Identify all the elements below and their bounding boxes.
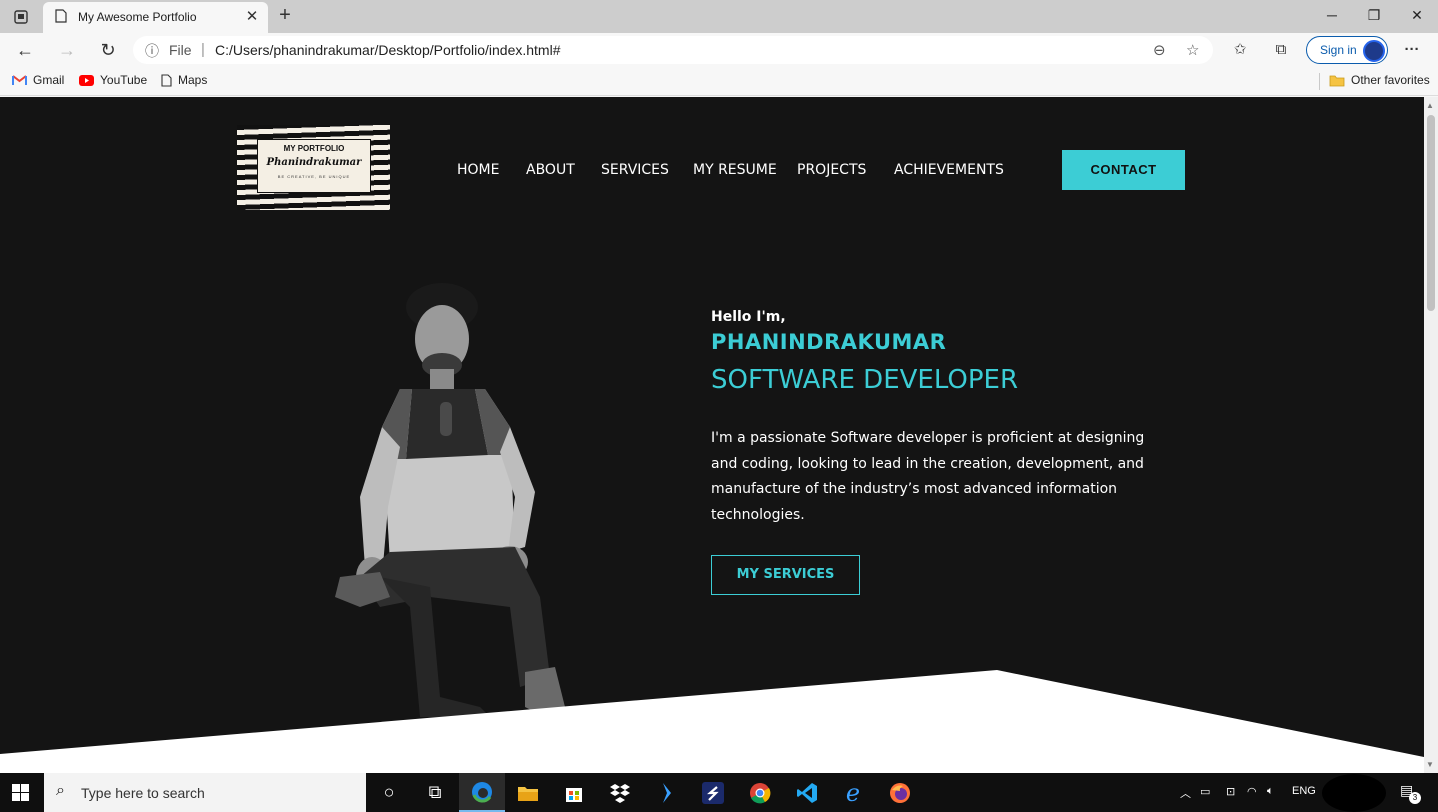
store-icon[interactable]: [551, 773, 597, 812]
battery-icon[interactable]: ▭: [1200, 785, 1210, 798]
bookmarks-bar: Gmail YouTube Maps Other favorites: [0, 66, 1438, 96]
windows-taskbar: ⌕ Type here to search ○ ⧉ e ︿ ▭ ⊡ ◠ 🔈︎ E…: [0, 773, 1438, 812]
close-window-button[interactable]: ✕: [1404, 4, 1430, 26]
bookmark-maps[interactable]: Maps: [161, 73, 207, 87]
search-icon: ⌕: [56, 782, 65, 799]
start-button[interactable]: [12, 784, 29, 801]
url-separator: |: [201, 41, 205, 58]
other-favorites[interactable]: Other favorites: [1329, 73, 1430, 87]
scroll-up-icon[interactable]: ▲: [1426, 101, 1434, 110]
maximize-button[interactable]: ❐: [1361, 4, 1387, 26]
youtube-icon: [79, 74, 94, 86]
forward-button[interactable]: →: [55, 38, 79, 62]
favorites-icon[interactable]: ✩: [1229, 40, 1251, 60]
power-automate-icon[interactable]: [644, 773, 690, 812]
meet-now-icon[interactable]: ⊡: [1226, 785, 1235, 798]
taskbar-search[interactable]: ⌕ Type here to search: [44, 773, 366, 812]
new-tab-button[interactable]: +: [274, 4, 296, 26]
sign-in-button[interactable]: Sign in: [1306, 36, 1388, 64]
add-favorite-icon[interactable]: ☆: [1186, 41, 1199, 59]
address-bar[interactable]: ⓘ File | C:/Users/phanindrakumar/Desktop…: [133, 36, 1213, 64]
close-tab-icon[interactable]: ✕: [243, 8, 261, 26]
redacted-clock: [1322, 774, 1386, 812]
volume-icon[interactable]: 🔈︎: [1267, 785, 1274, 798]
tab-actions-icon[interactable]: [8, 6, 34, 28]
search-placeholder: Type here to search: [81, 785, 205, 801]
sign-in-label: Sign in: [1320, 43, 1357, 57]
vscode-icon[interactable]: [784, 773, 830, 812]
info-icon[interactable]: ⓘ: [145, 41, 159, 61]
zoom-icon[interactable]: ⊖: [1153, 41, 1166, 59]
bookmark-label: YouTube: [100, 73, 148, 87]
show-hidden-icons[interactable]: ︿: [1180, 785, 1191, 801]
internet-explorer-icon[interactable]: e: [830, 773, 876, 812]
tab-strip: My Awesome Portfolio ✕ + ─ ❐ ✕: [0, 0, 1438, 33]
browser-tab[interactable]: My Awesome Portfolio ✕: [43, 2, 268, 33]
divider: [1319, 73, 1320, 90]
url-text[interactable]: C:/Users/phanindrakumar/Desktop/Portfoli…: [215, 42, 561, 58]
folder-icon: [1329, 75, 1345, 86]
more-menu-icon[interactable]: ···: [1401, 40, 1423, 60]
dropbox-icon[interactable]: [597, 773, 643, 812]
back-button[interactable]: ←: [13, 38, 37, 62]
gmail-icon: [12, 74, 27, 85]
bookmark-youtube[interactable]: YouTube: [79, 73, 147, 87]
avatar: [1363, 40, 1385, 62]
collections-icon[interactable]: ⧉: [1270, 40, 1292, 60]
language-indicator[interactable]: ENG: [1292, 785, 1316, 797]
refresh-button[interactable]: ↻: [96, 38, 120, 62]
chrome-icon[interactable]: [737, 773, 783, 812]
page-icon: [161, 73, 172, 87]
tab-title: My Awesome Portfolio: [78, 10, 197, 24]
page-scrollbar[interactable]: ▲ ▼: [1424, 97, 1438, 773]
section-divider-shape: [0, 670, 1424, 773]
wifi-icon[interactable]: ◠: [1247, 785, 1257, 798]
file-explorer-icon[interactable]: [505, 773, 551, 812]
firefox-icon[interactable]: [877, 773, 923, 812]
scroll-down-icon[interactable]: ▼: [1426, 760, 1434, 769]
app-s-icon[interactable]: [690, 773, 736, 812]
bookmark-gmail[interactable]: Gmail: [12, 73, 64, 87]
scroll-thumb[interactable]: [1427, 115, 1435, 311]
bookmark-label: Maps: [178, 73, 208, 87]
task-view-icon[interactable]: ⧉: [412, 773, 458, 812]
portfolio-page: MY PORTFOLIO Phanindrakumar BE CREATIVE,…: [0, 97, 1424, 773]
notification-badge: 3: [1409, 792, 1421, 804]
edge-icon[interactable]: [459, 773, 505, 812]
address-toolbar: ← → ↻ ⓘ File | C:/Users/phanindrakumar/D…: [0, 33, 1438, 66]
page-icon: [55, 9, 67, 28]
url-scheme-label: File: [169, 42, 192, 58]
bookmark-label: Gmail: [33, 73, 65, 87]
minimize-button[interactable]: ─: [1319, 4, 1345, 26]
other-favorites-label: Other favorites: [1351, 73, 1430, 87]
cortana-icon[interactable]: ○: [366, 773, 412, 812]
